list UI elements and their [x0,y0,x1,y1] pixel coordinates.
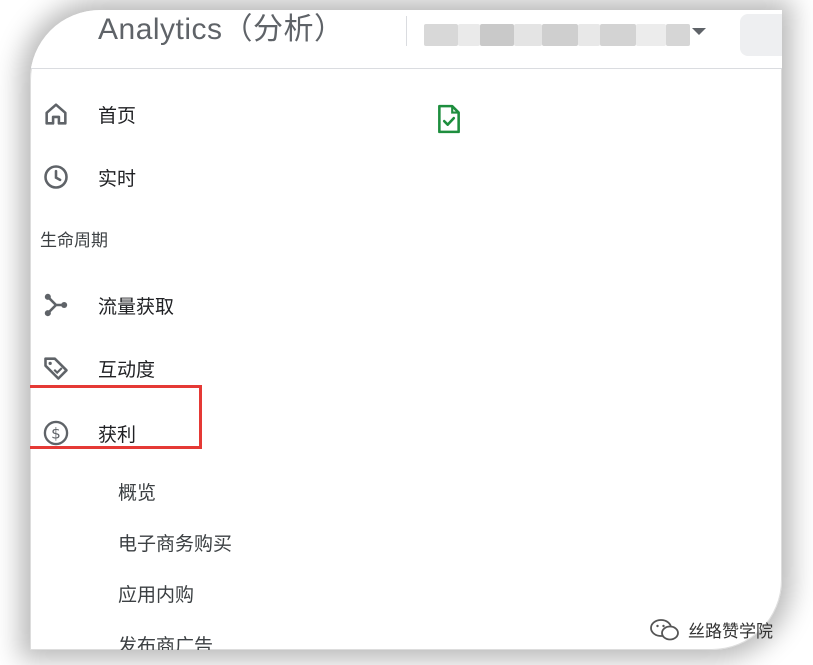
screenshot-frame: Analytics（分析） 首页 实时 生命周期 流量获取 互动度 $ 获利 概… [30,10,782,650]
sidebar-item-label: 互动度 [98,358,156,381]
sidebar-item-label: 首页 [98,104,137,127]
sidebar-item-label: 流量获取 [98,295,175,318]
clock-icon [44,165,68,189]
watermark: 丝路赞学院 [650,617,773,642]
dropdown-arrow-icon[interactable] [692,28,706,35]
header-search-area[interactable] [740,14,782,56]
wechat-icon [650,618,679,640]
sidebar-subitem-overview[interactable]: 概览 [118,478,156,505]
sidebar-subitem-in-app-purchases[interactable]: 应用内购 [118,580,194,607]
watermark-text: 丝路赞学院 [688,622,773,642]
account-selector[interactable] [424,18,714,54]
sidebar-subitem-publisher-ads[interactable]: 发布商广告 [118,631,213,650]
section-label-lifecycle: 生命周期 [40,231,108,251]
sidebar-item-label: 实时 [98,167,137,190]
app-title: Analytics（分析） [98,13,345,46]
sidebar-subitem-ecommerce-purchases[interactable]: 电子商务购买 [118,529,232,556]
header-divider [406,16,407,46]
home-icon [45,103,67,125]
acquisition-icon [44,293,68,317]
top-bar: Analytics（分析） [30,10,782,69]
document-check-icon[interactable] [436,104,462,134]
highlight-annotation [30,385,202,449]
engagement-tag-icon [44,357,68,380]
